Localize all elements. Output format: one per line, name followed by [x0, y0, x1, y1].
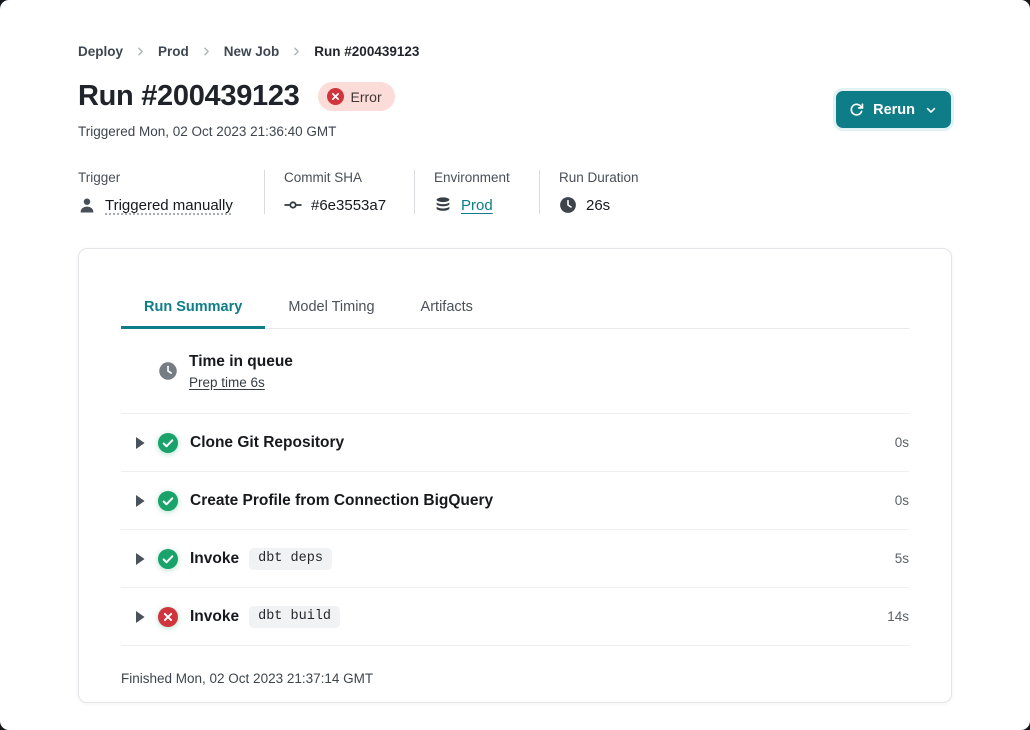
- page-title: Run #200439123: [78, 80, 300, 113]
- meta-run-duration: Run Duration 26s: [559, 170, 658, 214]
- meta-environment: Environment Prod: [434, 170, 540, 214]
- tab-bar: Run Summary Model Timing Artifacts: [121, 291, 909, 329]
- expand-caret-icon[interactable]: [135, 495, 145, 507]
- meta-environment-label: Environment: [434, 170, 520, 185]
- command-chip: dbt build: [249, 606, 340, 628]
- expand-caret-icon[interactable]: [135, 611, 145, 623]
- breadcrumb: Deploy Prod New Job Run #200439123: [78, 44, 419, 59]
- meta-commit-value: #6e3553a7: [311, 197, 386, 214]
- finished-timestamp: Finished Mon, 02 Oct 2023 21:37:14 GMT: [121, 646, 909, 686]
- queue-row: Time in queue Prep time 6s: [121, 329, 909, 414]
- step-duration: 14s: [887, 609, 909, 624]
- tab-run-summary[interactable]: Run Summary: [121, 291, 265, 329]
- meta-commit-sha: Commit SHA #6e3553a7: [284, 170, 415, 214]
- command-chip: dbt deps: [249, 548, 332, 570]
- meta-trigger: Trigger Triggered manually: [78, 170, 265, 214]
- clock-icon: [158, 361, 178, 381]
- success-check-icon: [158, 433, 178, 453]
- step-row-create-profile[interactable]: Create Profile from Connection BigQuery …: [121, 472, 909, 530]
- chevron-down-icon: [924, 103, 938, 117]
- prep-time-link[interactable]: Prep time 6s: [189, 375, 293, 390]
- breadcrumb-prod[interactable]: Prod: [158, 44, 189, 59]
- step-duration: 5s: [895, 551, 909, 566]
- clock-icon: [559, 196, 577, 214]
- error-circle-icon: [158, 607, 178, 627]
- person-icon: [78, 196, 96, 214]
- step-duration: 0s: [895, 493, 909, 508]
- breadcrumb-current-run: Run #200439123: [314, 44, 419, 59]
- status-badge: Error: [318, 82, 395, 111]
- meta-trigger-label: Trigger: [78, 170, 245, 185]
- database-icon: [434, 196, 452, 214]
- step-title: Clone Git Repository: [190, 434, 344, 452]
- step-row-dbt-build[interactable]: Invoke dbt build 14s: [121, 588, 909, 646]
- step-row-clone-git[interactable]: Clone Git Repository 0s: [121, 414, 909, 472]
- success-check-icon: [158, 491, 178, 511]
- triggered-timestamp: Triggered Mon, 02 Oct 2023 21:36:40 GMT: [78, 124, 336, 139]
- success-check-icon: [158, 549, 178, 569]
- run-detail-page: Deploy Prod New Job Run #200439123 Run #…: [0, 0, 1030, 730]
- tab-model-timing[interactable]: Model Timing: [265, 291, 397, 328]
- run-summary-card: Run Summary Model Timing Artifacts Time …: [78, 248, 952, 703]
- chevron-right-icon: [200, 45, 213, 58]
- run-metadata: Trigger Triggered manually Commit SHA #6…: [78, 170, 677, 214]
- step-title: Create Profile from Connection BigQuery: [190, 492, 493, 510]
- meta-commit-label: Commit SHA: [284, 170, 395, 185]
- breadcrumb-new-job[interactable]: New Job: [224, 44, 280, 59]
- step-duration: 0s: [895, 435, 909, 450]
- title-row: Run #200439123 Error: [78, 80, 395, 113]
- expand-caret-icon[interactable]: [135, 437, 145, 449]
- meta-duration-value: 26s: [586, 197, 610, 214]
- queue-title: Time in queue: [189, 353, 293, 371]
- expand-caret-icon[interactable]: [135, 553, 145, 565]
- meta-trigger-value[interactable]: Triggered manually: [105, 197, 233, 214]
- git-commit-icon: [284, 196, 302, 214]
- step-title: Invoke: [190, 550, 239, 568]
- error-circle-icon: [327, 88, 344, 105]
- meta-duration-label: Run Duration: [559, 170, 639, 185]
- meta-environment-value[interactable]: Prod: [461, 197, 493, 214]
- tab-artifacts[interactable]: Artifacts: [398, 291, 496, 328]
- chevron-right-icon: [290, 45, 303, 58]
- rerun-refresh-icon: [849, 102, 864, 117]
- breadcrumb-deploy[interactable]: Deploy: [78, 44, 123, 59]
- step-row-dbt-deps[interactable]: Invoke dbt deps 5s: [121, 530, 909, 588]
- rerun-button[interactable]: Rerun: [836, 91, 951, 128]
- status-badge-label: Error: [351, 89, 382, 105]
- step-title: Invoke: [190, 608, 239, 626]
- rerun-button-label: Rerun: [873, 102, 915, 118]
- chevron-right-icon: [134, 45, 147, 58]
